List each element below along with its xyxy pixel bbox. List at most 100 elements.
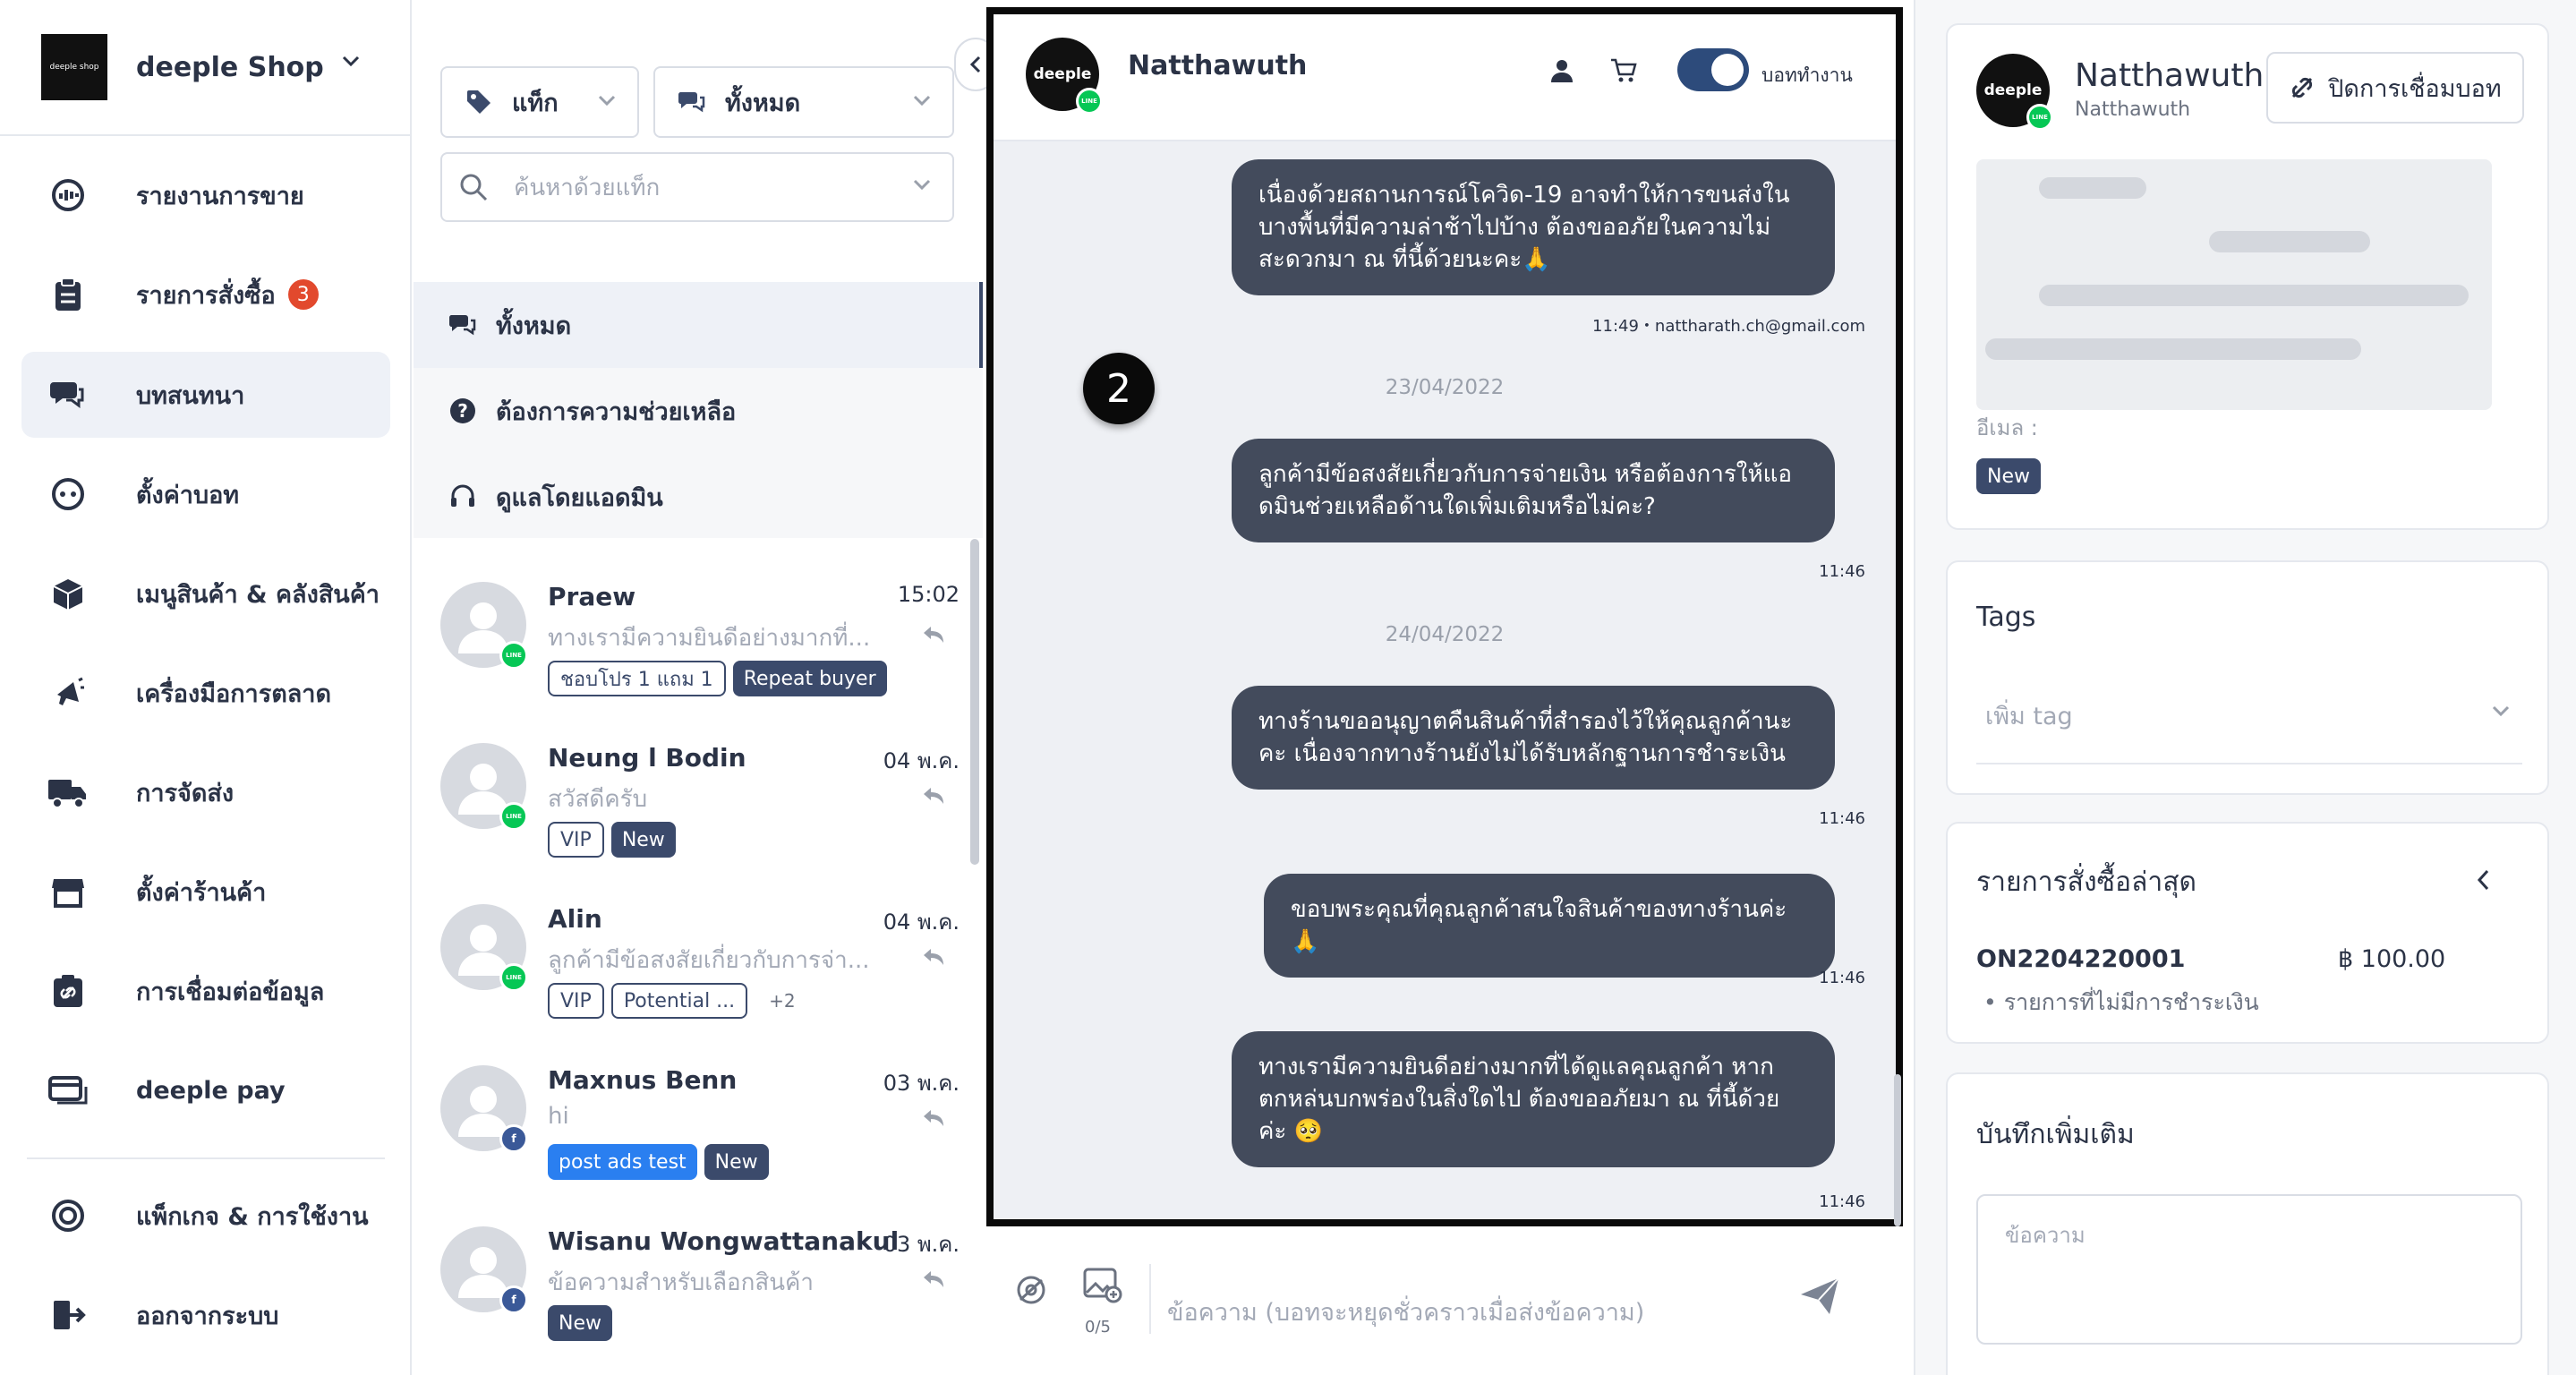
recent-orders-title: รายการสั่งซื้อล่าสุด: [1976, 867, 2197, 898]
profile-name: Natthawuth: [2075, 57, 2265, 94]
category-label: ดูแลโดยแอดมิน: [496, 483, 663, 512]
conversation-item[interactable]: LINE Alin 04 พ.ค. ลูกค้ามีข้อสงสัยเกี่ยวกับ…: [440, 904, 960, 1065]
message-bubble: ลูกค้ามีข้อสงสัยเกี่ยวกับการจ่ายเงิน หรื…: [1232, 439, 1835, 542]
chat-scrollbar[interactable]: [1894, 1074, 1901, 1226]
disconnect-bot-button[interactable]: ปิดการเชื่อมบอท: [2266, 52, 2524, 124]
notes-textarea[interactable]: ข้อความ: [1976, 1194, 2522, 1345]
tag-input-underline: [1976, 763, 2522, 764]
message-bubble: ทางเรามีความยินดีอย่างมากที่ได้ดูแลคุณลู…: [1232, 1031, 1835, 1167]
sidebar-item-integrations[interactable]: การเชื่อมต่อข้อมูล: [21, 948, 390, 1034]
profile-tag-new: New: [1976, 458, 2041, 494]
sidebar-item-orders[interactable]: รายการสั่งซื้อ 3: [21, 252, 390, 337]
conversation-time: 03 พ.ค.: [883, 1071, 960, 1096]
category-need-help[interactable]: ? ต้องการความช่วยเหลือ: [414, 368, 983, 454]
bot-icon: [48, 474, 88, 514]
sidebar-item-label: deeple pay: [136, 1076, 286, 1105]
reply-icon: [924, 1110, 943, 1126]
search-placeholder: ค้นหาด้วยแท็ก: [514, 174, 661, 201]
sidebar-item-marketing-tools[interactable]: เครื่องมือการตลาด: [21, 650, 390, 736]
sidebar-divider: [27, 1157, 385, 1159]
contact-avatar: deeple LINE: [1026, 38, 1103, 115]
truck-icon: [48, 773, 88, 812]
conversation-categories: ทั้งหมด ? ต้องการความช่วยเหลือ ดูแลโดยแอ…: [414, 282, 983, 538]
contact-name: Natthawuth: [1128, 50, 1308, 81]
tag-icon: [467, 90, 490, 114]
message-input[interactable]: ข้อความ (บอทจะหยุดชั่วคราวเมื่อส่งข้อควา…: [1167, 1293, 1644, 1331]
sales-report-icon: [48, 175, 88, 215]
order-number[interactable]: ON2204220001: [1976, 945, 2185, 973]
channel-filter-dropdown[interactable]: ทั้งหมด: [653, 66, 954, 138]
sidebar-item-label: รายการสั่งซื้อ: [136, 281, 276, 310]
message-bubble: เนื่องด้วยสถานการณ์โควิด-19 อาจทำให้การข…: [1232, 159, 1835, 295]
conversation-time: 04 พ.ค.: [883, 748, 960, 773]
line-channel-icon: LINE: [2026, 104, 2053, 131]
chat-highlight-frame: deeple LINE Natthawuth บอททำงาน เนื่องด้…: [986, 7, 1903, 1226]
tag-search-input[interactable]: ค้นหาด้วยแท็ก: [440, 152, 954, 222]
sidebar-item-label: รายงานการขาย: [136, 182, 304, 210]
conversation-item[interactable]: f Wisanu Wongwattanakul 03 พ.ค. ข้อความสำหร…: [440, 1226, 960, 1375]
sidebar-item-bot-settings[interactable]: ตั้งค่าบอท: [21, 451, 390, 537]
tags-title: Tags: [1976, 602, 2036, 633]
send-icon[interactable]: [1799, 1277, 1840, 1316]
category-all[interactable]: ทั้งหมด: [414, 282, 983, 368]
conversation-tag: ชอบโปร 1 แถม 1: [548, 661, 726, 696]
tags-card: Tags เพิ่ม tag: [1946, 560, 2549, 795]
sidebar-item-logout[interactable]: ออกจากระบบ: [21, 1272, 390, 1358]
conversation-item[interactable]: LINE Praew 15:02 ทางเรามีความยินดีอย่างมากท…: [440, 582, 960, 743]
chevron-down-icon: [342, 56, 360, 67]
customer-info-panel: deeple LINE Natthawuth Natthawuth ปิดการ…: [1914, 0, 2576, 1375]
order-status: • รายการที่ไม่มีการชำระเงิน: [1983, 989, 2259, 1015]
cart-icon[interactable]: [1609, 57, 1638, 84]
chevron-down-icon: [913, 95, 931, 107]
conversation-name: Alin: [548, 904, 602, 934]
sidebar-item-shipping[interactable]: การจัดส่ง: [21, 749, 390, 835]
conversation-preview: ข้อความสำหรับเลือกสินค้า: [548, 1269, 815, 1296]
image-upload-icon[interactable]: [1083, 1268, 1122, 1303]
message-meta: 11:46: [1819, 562, 1865, 581]
chevron-down-icon: [598, 95, 616, 107]
sidebar-item-package-usage[interactable]: แพ็กเกจ & การใช้งาน: [21, 1173, 390, 1259]
conversation-tag: VIP: [548, 983, 604, 1019]
sidebar-item-products-inventory[interactable]: เมนูสินค้า & คลังสินค้า: [21, 551, 390, 636]
conversation-tag: Potential ...: [610, 983, 748, 1019]
svg-text:?: ?: [457, 400, 468, 422]
headset-icon: [451, 484, 474, 507]
channel-filter-label: ทั้งหมด: [725, 89, 801, 117]
category-label: ต้องการความช่วยเหลือ: [496, 397, 737, 426]
conversation-item[interactable]: LINE Neung l Bodin 04 พ.ค. สวัสดีครับ VIP New: [440, 743, 960, 904]
conversation-tag: New: [704, 1144, 769, 1180]
reply-icon: [924, 949, 943, 965]
conversation-list-panel: แท็ก ทั้งหมด ค้นหาด้วยแท็ก ทั้งหมด ? ต้อ…: [414, 0, 983, 1375]
app: deeple shop deeple Shop รายงานการขาย ราย…: [0, 0, 2576, 1375]
chevron-down-icon[interactable]: [2490, 704, 2512, 718]
shop-switcher[interactable]: deeple shop deeple Shop: [0, 0, 412, 136]
preview-eye-icon[interactable]: [1013, 1275, 1049, 1305]
sidebar-item-deeple-pay[interactable]: deeple pay: [21, 1047, 390, 1133]
tag-filter-dropdown[interactable]: แท็ก: [440, 66, 639, 138]
link-icon: [48, 971, 88, 1011]
bot-toggle[interactable]: [1677, 48, 1749, 91]
conversation-tags: ชอบโปร 1 แถม 1 Repeat buyer: [548, 661, 887, 696]
sidebar-item-conversations[interactable]: บทสนทนา: [21, 352, 390, 438]
user-profile-icon[interactable]: [1548, 57, 1575, 84]
sidebar-item-store-settings[interactable]: ตั้งค่าร้านค้า: [21, 849, 390, 935]
conversation-tag: Repeat buyer: [732, 661, 887, 696]
add-tag-input[interactable]: เพิ่ม tag: [1985, 696, 2073, 735]
category-admin-handled[interactable]: ดูแลโดยแอดมิน: [414, 454, 983, 540]
order-amount: ฿ 100.00: [2338, 945, 2446, 973]
chevron-left-icon[interactable]: [2476, 868, 2490, 892]
conversation-item[interactable]: f Maxnus Benn 03 พ.ค. hi post ads test New: [440, 1065, 960, 1226]
category-label: ทั้งหมด: [496, 312, 572, 340]
help-icon: ?: [450, 398, 475, 423]
bot-toggle-knob: [1711, 54, 1744, 86]
line-channel-icon: LINE: [499, 641, 528, 670]
conversation-list-scrollbar[interactable]: [970, 539, 979, 865]
sidebar-item-label: ตั้งค่าร้านค้า: [136, 878, 267, 907]
profile-card: deeple LINE Natthawuth Natthawuth ปิดการ…: [1946, 23, 2549, 530]
conversation-time: 03 พ.ค.: [883, 1232, 960, 1257]
message-meta: 11:46: [1819, 969, 1865, 987]
conversation-name: Maxnus Benn: [548, 1065, 738, 1095]
facebook-channel-icon: f: [499, 1124, 528, 1153]
sidebar-item-sales-report[interactable]: รายงานการขาย: [21, 152, 390, 238]
facebook-channel-icon: f: [499, 1285, 528, 1314]
